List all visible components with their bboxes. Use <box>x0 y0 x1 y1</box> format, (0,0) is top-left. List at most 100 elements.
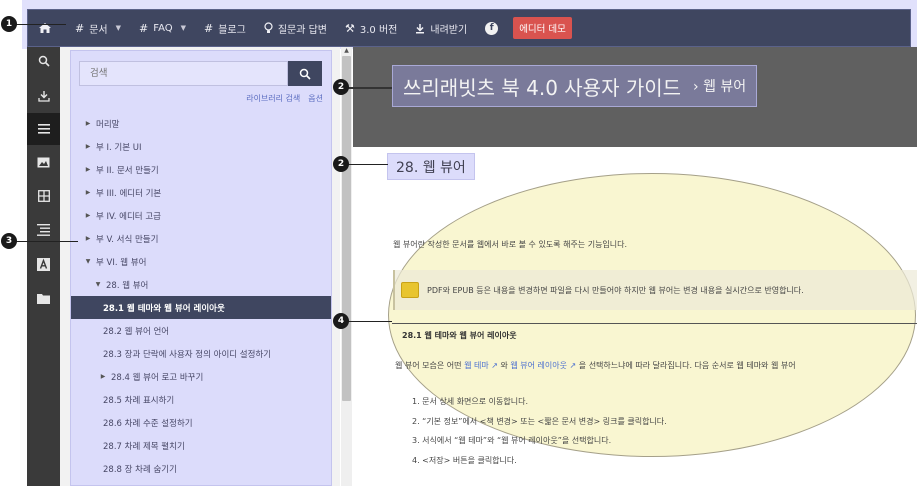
section-text-3: 을 선택하느냐에 따라 달라집니다. 다음 순서로 웹 테마와 웹 뷰어 <box>576 361 796 370</box>
chapter-title: 28. 웹 뷰어 <box>387 153 475 180</box>
hash-icon: # <box>139 21 149 35</box>
collapse-arrow-icon[interactable]: ▼ <box>93 281 103 288</box>
download-icon <box>416 23 425 33</box>
search-box <box>79 61 322 86</box>
toc-item-label: 28.7 차례 제목 펼치기 <box>103 441 185 452</box>
web-viewer-layout-link[interactable]: 웹 뷰어 레이아웃 <box>510 361 567 370</box>
toc-sidebar: 라이브러리 검색 옵션 ▶머리말▶부 I. 기본 UI▶부 II. 문서 만들기… <box>70 50 332 486</box>
collapse-arrow-icon[interactable]: ▼ <box>83 258 93 265</box>
caret-down-icon: ▼ <box>180 24 186 32</box>
toc-item[interactable]: 28.6 차례 수준 설정하기 <box>79 411 329 434</box>
facebook-icon: f <box>485 21 499 35</box>
image-icon <box>37 157 50 167</box>
toc-item-label: 28.8 장 차례 숨기기 <box>103 464 177 475</box>
expand-arrow-icon[interactable]: ▶ <box>83 166 93 173</box>
callout-2a: 2 <box>333 79 349 95</box>
rail-image-button[interactable] <box>27 146 60 178</box>
search-icon <box>38 55 50 67</box>
callout-1-line <box>16 24 66 25</box>
web-theme-link[interactable]: 웹 테마 <box>464 361 489 370</box>
callout-1: 1 <box>1 16 17 32</box>
toc-item[interactable]: ▶ 부 IV. 에디터 고급 <box>79 204 329 227</box>
toc-item[interactable]: 28.2 웹 뷰어 언어 <box>79 319 329 342</box>
step-item: 4. <저장> 버튼을 클릭합니다. <box>412 455 517 465</box>
download-icon <box>37 91 50 102</box>
hash-icon: # <box>75 21 85 35</box>
nav-faq-label: FAQ <box>153 22 173 34</box>
step-item: 3. 서식에서 “웹 테마”와 “웹 뷰어 레이아웃”을 선택합니다. <box>412 436 612 445</box>
nav-docs[interactable]: # 문서 ▼ <box>66 9 130 47</box>
editor-demo-button[interactable]: 에디터 데모 <box>513 17 572 39</box>
external-link-icon: ↗ <box>488 361 498 370</box>
rail-search-button[interactable] <box>27 45 60 77</box>
toc-item-label: 28. 웹 뷰어 <box>106 280 149 291</box>
note-icon <box>401 282 419 298</box>
expand-arrow-icon[interactable]: ▶ <box>83 235 93 242</box>
top-nav: # 문서 ▼ # FAQ ▼ # 블로그 질문과 답변 ⚒ 3.0 버전 내려받… <box>27 9 572 47</box>
tools-icon: ⚒ <box>345 21 355 35</box>
toc-item-label: 28.1 웹 테마와 웹 뷰어 레이아웃 <box>103 303 225 314</box>
search-options-link[interactable]: 옵션 <box>308 93 323 104</box>
callout-2a-line <box>348 87 392 89</box>
callout-2b: 2 <box>333 156 349 172</box>
expand-arrow-icon[interactable]: ▶ <box>98 373 108 380</box>
toc-item[interactable]: ▼ 28. 웹 뷰어 <box>79 273 329 296</box>
external-link-icon: ↗ <box>567 361 577 370</box>
rail-folder-button[interactable] <box>27 282 60 314</box>
breadcrumb-current[interactable]: › 웹 뷰어 <box>693 76 746 96</box>
scroll-up-arrow[interactable]: ▲ <box>342 47 351 56</box>
toc-item[interactable]: ▶ 28.4 웹 뷰어 로고 바꾸기 <box>79 365 329 388</box>
nav-blog[interactable]: # 블로그 <box>195 9 255 47</box>
rail-table-button[interactable] <box>27 180 60 212</box>
toc-item[interactable]: ▶ 부 I. 기본 UI <box>79 135 329 158</box>
toc-item-label: 부 I. 기본 UI <box>96 142 142 153</box>
search-button[interactable] <box>288 61 322 86</box>
bulb-icon <box>264 22 273 33</box>
rail-font-button[interactable] <box>27 248 60 280</box>
nav-faq[interactable]: # FAQ ▼ <box>130 9 195 47</box>
rail-toc-button[interactable] <box>27 113 60 145</box>
toc-item[interactable]: 28.8 장 차례 숨기기 <box>79 457 329 480</box>
expand-arrow-icon[interactable]: ▶ <box>83 189 93 196</box>
expand-arrow-icon[interactable]: ▶ <box>83 120 93 127</box>
toc-item-label: 머리말 <box>96 119 120 130</box>
toc-item[interactable]: ▶ 머리말 <box>79 112 329 135</box>
library-search-link[interactable]: 라이브러리 검색 <box>246 93 300 104</box>
toc-item[interactable]: ▼ 부 VI. 웹 뷰어 <box>79 250 329 273</box>
note-box: PDF와 EPUB 등은 내용을 변경하면 파일을 다시 만들어야 하지만 웹 … <box>393 270 917 310</box>
expand-arrow-icon[interactable]: ▶ <box>83 143 93 150</box>
toc-item-label: 28.2 웹 뷰어 언어 <box>103 326 170 337</box>
steps-list: 1. 문서 상세 화면으로 이동합니다. 2. “기본 정보”에서 <책 변경>… <box>412 396 667 474</box>
table-icon <box>37 190 50 202</box>
toc-item-label: 부 IV. 에디터 고급 <box>96 211 161 222</box>
font-icon <box>37 257 50 271</box>
nav-v3[interactable]: ⚒ 3.0 버전 <box>336 9 406 47</box>
expand-arrow-icon[interactable]: ▶ <box>83 212 93 219</box>
intro-paragraph: 웹 뷰어란 작성한 문서를 웹에서 바로 볼 수 있도록 해주는 기능입니다. <box>393 240 628 249</box>
toc-item[interactable]: ▶ 부 II. 문서 만들기 <box>79 158 329 181</box>
callout-4-line <box>348 321 392 322</box>
callout-2b-line <box>348 164 388 165</box>
toc-item[interactable]: 28.7 차례 제목 펼치기 <box>79 434 329 457</box>
nav-download[interactable]: 내려받기 <box>406 9 476 47</box>
toc-item-label: 부 V. 서식 만들기 <box>96 234 159 245</box>
search-input[interactable] <box>79 61 288 86</box>
sidebar-scrollbar-thumb[interactable] <box>342 56 351 401</box>
toc-item[interactable]: 28.1 웹 테마와 웹 뷰어 레이아웃 <box>71 296 331 319</box>
nav-docs-label: 문서 <box>89 24 108 36</box>
rail-download-button[interactable] <box>27 80 60 112</box>
nav-qna[interactable]: 질문과 답변 <box>255 9 336 47</box>
nav-v3-label: 3.0 버전 <box>359 24 398 36</box>
toc-item-label: 부 II. 문서 만들기 <box>96 165 159 176</box>
toc-item[interactable]: ▶ 부 III. 에디터 기본 <box>79 181 329 204</box>
folder-icon <box>37 293 50 304</box>
toc-item[interactable]: 28.5 차례 표시하기 <box>79 388 329 411</box>
toc-item-label: 28.5 차례 표시하기 <box>103 395 175 406</box>
facebook-button[interactable]: f <box>476 9 507 47</box>
toc-item[interactable]: 28.3 장과 단락에 사용자 정의 아이디 설정하기 <box>79 342 329 365</box>
home-button[interactable] <box>27 9 66 47</box>
list-icon <box>37 224 50 236</box>
section-text-1: 웹 뷰어 모습은 어떤 <box>395 361 465 370</box>
toc-item-label: 부 III. 에디터 기본 <box>96 188 162 199</box>
toc-item[interactable]: ▶ 부 V. 서식 만들기 <box>79 227 329 250</box>
